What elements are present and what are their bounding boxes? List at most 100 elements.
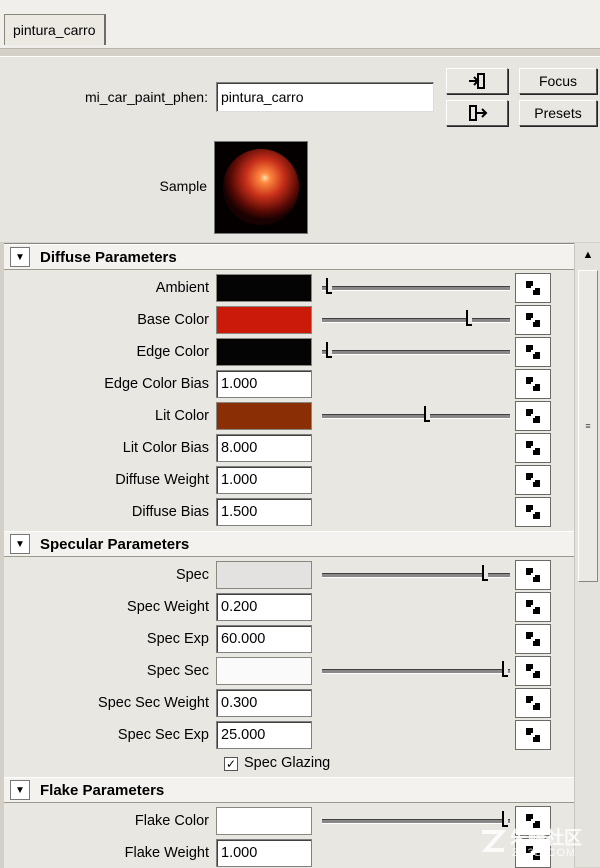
map-texture-icon <box>526 313 540 327</box>
vertical-scrollbar[interactable]: ▲ ≡ <box>574 243 600 867</box>
lit-color-map-button[interactable] <box>515 401 551 431</box>
watermark-subtext: ZF3D.COM <box>512 847 577 859</box>
node-name-field[interactable]: pintura_carro <box>216 82 434 112</box>
map-texture-icon <box>526 441 540 455</box>
slider-track <box>322 669 510 674</box>
base-color-color-swatch[interactable] <box>216 306 312 334</box>
spec-sec-color-swatch[interactable] <box>216 657 312 685</box>
spec-weight-map-button[interactable] <box>515 592 551 622</box>
spec-sec-exp-map-button[interactable] <box>515 720 551 750</box>
edge-color-map-button[interactable] <box>515 337 551 367</box>
lit-color-label: Lit Color <box>155 408 209 424</box>
edge-color-slider[interactable] <box>322 342 510 362</box>
lit-color-bias-map-button[interactable] <box>515 433 551 463</box>
presets-button[interactable]: Presets <box>519 100 597 126</box>
map-texture-icon <box>526 600 540 614</box>
spec-label: Spec <box>175 567 209 583</box>
map-texture-icon <box>526 377 540 391</box>
lit-color-bias-field[interactable]: 8.000 <box>216 434 312 462</box>
collapse-arrow-icon[interactable]: ▼ <box>10 780 30 800</box>
slider-track <box>322 350 510 355</box>
diffuse-bias-map-button[interactable] <box>515 497 551 527</box>
spec-sec-weight-field[interactable]: 0.300 <box>216 689 312 717</box>
tab-pintura-carro[interactable]: pintura_carro <box>4 14 106 45</box>
collapse-arrow-icon[interactable]: ▼ <box>10 534 30 554</box>
base-color-slider[interactable] <box>322 310 510 330</box>
base-color-map-button[interactable] <box>515 305 551 335</box>
ambient-slider[interactable] <box>322 278 510 298</box>
map-texture-icon <box>526 728 540 742</box>
spec-sec-exp-field[interactable]: 25.000 <box>216 721 312 749</box>
input-connections-button[interactable] <box>446 68 508 94</box>
spec-slider[interactable] <box>322 565 510 585</box>
edge-color-color-swatch[interactable] <box>216 338 312 366</box>
map-texture-icon <box>526 664 540 678</box>
focus-button[interactable]: Focus <box>519 68 597 94</box>
edge-color-label: Edge Color <box>136 344 209 360</box>
spec-glazing-label: Spec Glazing <box>244 755 331 771</box>
spec-color-swatch[interactable] <box>216 561 312 589</box>
diffuse-weight-map-button[interactable] <box>515 465 551 495</box>
diffuse-section-header[interactable]: ▼ Diffuse Parameters <box>4 244 574 270</box>
spec-sec-slider[interactable] <box>322 661 510 681</box>
slider-track <box>322 286 510 291</box>
map-texture-icon <box>526 409 540 423</box>
spec-map-button[interactable] <box>515 560 551 590</box>
ambient-map-button[interactable] <box>515 273 551 303</box>
scroll-up-icon[interactable]: ▲ <box>575 243 600 267</box>
spec-sec-weight-map-button[interactable] <box>515 688 551 718</box>
scroll-thumb[interactable]: ≡ <box>578 270 598 582</box>
slider-thumb[interactable] <box>325 278 332 294</box>
spec-exp-label: Spec Exp <box>146 631 209 647</box>
base-color-label: Base Color <box>137 312 209 328</box>
specular-section-header[interactable]: ▼ Specular Parameters <box>4 531 574 557</box>
map-texture-icon <box>526 568 540 582</box>
flake-section-header[interactable]: ▼ Flake Parameters <box>4 777 574 803</box>
spec-sec-exp-label: Spec Sec Exp <box>117 727 209 743</box>
flake-weight-label: Flake Weight <box>124 845 209 861</box>
spec-weight-field[interactable]: 0.200 <box>216 593 312 621</box>
watermark-logo-icon <box>481 830 507 852</box>
collapse-arrow-icon[interactable]: ▼ <box>10 247 30 267</box>
flake-section-title: Flake Parameters <box>40 781 165 799</box>
spec-glazing-checkbox[interactable]: ✓ <box>224 757 238 771</box>
slider-track <box>322 414 510 419</box>
edge-color-bias-map-button[interactable] <box>515 369 551 399</box>
watermark: 朱峰社区 ZF3D.COM <box>478 820 598 866</box>
diffuse-weight-field[interactable]: 1.000 <box>216 466 312 494</box>
spec-exp-field[interactable]: 60.000 <box>216 625 312 653</box>
tab-bar: pintura_carro <box>0 0 600 49</box>
map-texture-icon <box>526 505 540 519</box>
flake-color-color-swatch[interactable] <box>216 807 312 835</box>
sample-label: Sample <box>159 178 207 194</box>
slider-thumb[interactable] <box>465 310 472 326</box>
input-arrow-icon <box>469 73 485 89</box>
ambient-color-swatch[interactable] <box>216 274 312 302</box>
attribute-panel: ▼ Diffuse Parameters Ambient Base Color Edge… <box>4 243 574 868</box>
lit-color-color-swatch[interactable] <box>216 402 312 430</box>
map-texture-icon <box>526 696 540 710</box>
output-connections-button[interactable] <box>446 100 508 126</box>
map-texture-icon <box>526 632 540 646</box>
spec-weight-label: Spec Weight <box>127 599 209 615</box>
edge-color-bias-label: Edge Color Bias <box>104 376 209 392</box>
edge-color-bias-field[interactable]: 1.000 <box>216 370 312 398</box>
specular-section-title: Specular Parameters <box>40 535 190 553</box>
spec-sec-map-button[interactable] <box>515 656 551 686</box>
sample-sphere-image <box>215 142 307 233</box>
spec-exp-map-button[interactable] <box>515 624 551 654</box>
map-texture-icon <box>526 281 540 295</box>
slider-thumb[interactable] <box>423 406 430 422</box>
map-texture-icon <box>526 473 540 487</box>
lit-color-slider[interactable] <box>322 406 510 426</box>
map-texture-icon <box>526 345 540 359</box>
slider-thumb[interactable] <box>482 565 489 581</box>
flake-color-label: Flake Color <box>134 813 209 829</box>
diffuse-weight-label: Diffuse Weight <box>115 472 209 488</box>
flake-weight-field[interactable]: 1.000 <box>216 839 312 867</box>
diffuse-bias-field[interactable]: 1.500 <box>216 498 312 526</box>
slider-thumb[interactable] <box>502 661 509 677</box>
diffuse-section-title: Diffuse Parameters <box>40 248 177 266</box>
slider-thumb[interactable] <box>325 342 332 358</box>
spec-sec-label: Spec Sec <box>146 663 209 679</box>
